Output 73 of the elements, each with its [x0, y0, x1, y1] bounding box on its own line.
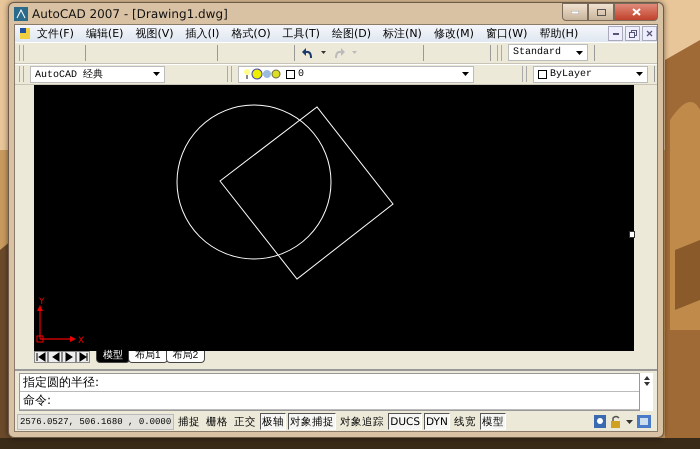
- menu-item[interactable]: 工具(T): [276, 26, 326, 42]
- x-axis-label: X: [78, 336, 84, 346]
- menu-item[interactable]: 视图(V): [129, 26, 180, 42]
- menu-item[interactable]: 标注(N): [377, 26, 428, 42]
- lock-icon: [610, 415, 622, 428]
- status-toggle[interactable]: DUCS: [388, 413, 422, 430]
- command-line: 指定圆的半径:: [20, 374, 639, 392]
- menu-item[interactable]: 格式(O): [225, 26, 277, 42]
- status-toggle[interactable]: 极轴: [260, 413, 286, 430]
- command-line: 命令:: [20, 392, 639, 410]
- close-button[interactable]: [614, 3, 658, 21]
- menu-item[interactable]: 插入(I): [180, 26, 226, 42]
- layer-state-icons: [243, 68, 283, 80]
- status-toggle[interactable]: 栅格: [204, 413, 230, 430]
- tab-nav-button[interactable]: [48, 350, 62, 363]
- menu-item[interactable]: 帮助(H): [533, 26, 584, 42]
- window-title: AutoCAD 2007 - [Drawing1.dwg]: [32, 6, 229, 20]
- status-toggle[interactable]: 线宽: [452, 413, 478, 430]
- scroll-up-icon: [644, 376, 650, 380]
- restore-icon: [628, 30, 636, 38]
- color-swatch-icon: [286, 70, 295, 79]
- right-arrow-icon: [78, 352, 88, 362]
- menu-item[interactable]: 绘图(D): [326, 26, 378, 42]
- command-window[interactable]: 指定圆的半径: 命令:: [19, 372, 640, 411]
- caret-icon: [153, 72, 160, 76]
- document-icon: [19, 27, 31, 40]
- layout-tab[interactable]: 模型: [96, 350, 130, 363]
- left-arrow-icon: [50, 352, 60, 362]
- menu-item[interactable]: 文件(F): [31, 26, 80, 42]
- status-toggle[interactable]: 对象追踪: [338, 413, 386, 430]
- menu-item[interactable]: 窗口(W): [480, 26, 534, 42]
- color-swatch-icon: [538, 70, 547, 79]
- caret-icon: [321, 50, 326, 55]
- status-toggle[interactable]: 正交: [232, 413, 258, 430]
- minimize-button[interactable]: [608, 26, 623, 42]
- caret-icon: [626, 420, 633, 424]
- minimize-icon: [571, 10, 579, 14]
- tab-nav-button[interactable]: [62, 350, 76, 363]
- status-toggle[interactable]: DYN: [424, 413, 450, 430]
- ucs-axes-icon: [36, 304, 76, 342]
- menu-item[interactable]: 修改(M): [428, 26, 480, 42]
- minimize-button[interactable]: [562, 3, 588, 21]
- left-arrow-icon: [36, 352, 46, 362]
- tab-nav-button[interactable]: [76, 350, 90, 363]
- status-toggle[interactable]: 模型: [480, 413, 506, 430]
- status-toggle[interactable]: 对象捕捉: [288, 413, 336, 430]
- maximize-icon: [596, 8, 606, 16]
- restore-button[interactable]: [625, 26, 640, 42]
- caret-icon: [352, 50, 357, 55]
- workspace-dropdown[interactable]: AutoCAD 经典: [30, 66, 165, 83]
- communication-icon: [594, 415, 606, 428]
- tab-nav-button[interactable]: [34, 350, 48, 363]
- coordinates-readout: 2576.0527, 506.1680 , 0.0000: [17, 414, 174, 430]
- minimize-icon: [612, 32, 618, 35]
- caret-icon: [636, 72, 643, 76]
- text-style-dropdown[interactable]: Standard: [508, 44, 588, 62]
- right-arrow-icon: [64, 352, 74, 362]
- caret-icon: [462, 72, 469, 76]
- app-icon: [14, 6, 28, 20]
- status-toggle[interactable]: 捕捉: [176, 413, 202, 430]
- color-dropdown[interactable]: ByLayer: [533, 66, 648, 83]
- close-icon: [646, 30, 653, 38]
- y-axis-label: Y: [39, 296, 44, 307]
- layer-dropdown[interactable]: 0: [238, 66, 474, 83]
- menu-item[interactable]: 编辑(E): [80, 26, 130, 42]
- maximize-button[interactable]: [588, 3, 614, 21]
- caret-icon: [576, 50, 583, 55]
- close-icon: [632, 8, 640, 16]
- close-button[interactable]: [642, 26, 657, 42]
- undo-icon[interactable]: [301, 46, 315, 60]
- scroll-down-icon: [644, 382, 650, 386]
- drawing-canvas[interactable]: Y X: [34, 84, 634, 351]
- clean-screen-icon: [637, 415, 651, 428]
